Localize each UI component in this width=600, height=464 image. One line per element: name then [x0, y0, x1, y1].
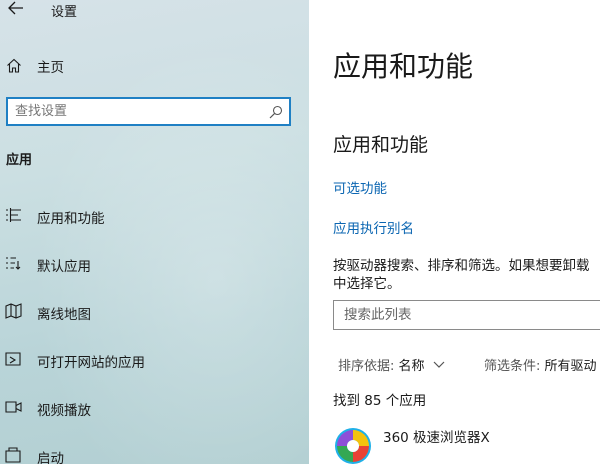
sidebar-item-label: 默认应用: [37, 259, 91, 275]
nav-home[interactable]: 主页: [0, 52, 309, 80]
nav-home-label: 主页: [37, 60, 64, 76]
description: 按驱动器搜索、排序和筛选。如果想要卸载 中选择它。: [333, 257, 600, 293]
sidebar: 设置 主页 应用 应用和功能: [0, 0, 309, 464]
window-title: 设置: [51, 5, 78, 20]
default-apps-icon: [5, 255, 23, 275]
sidebar-section-title: 应用: [6, 153, 33, 168]
list-search-input[interactable]: [334, 301, 600, 329]
sidebar-item-offline-maps[interactable]: 离线地图: [0, 297, 309, 327]
chevron-down-icon: [433, 361, 445, 368]
list-icon: [5, 207, 23, 227]
back-button[interactable]: [2, 0, 30, 18]
search-icon[interactable]: [269, 104, 283, 123]
home-icon: [6, 58, 22, 78]
sidebar-item-default-apps[interactable]: 默认应用: [0, 249, 309, 279]
app-execution-alias-link[interactable]: 应用执行别名: [333, 217, 414, 237]
description-line: 中选择它。: [333, 276, 401, 292]
description-line: 按驱动器搜索、排序和筛选。如果想要卸载: [333, 258, 590, 274]
sort-key: 排序依据:: [338, 359, 395, 374]
main-content: 应用和功能 应用和功能 可选功能 应用执行别名 按驱动器搜索、排序和筛选。如果想…: [309, 0, 600, 464]
back-arrow-icon: [8, 1, 23, 15]
sidebar-item-label: 离线地图: [37, 307, 91, 323]
section-title: 应用和功能: [333, 134, 429, 156]
sidebar-item-web-apps[interactable]: 可打开网站的应用: [0, 345, 309, 375]
sidebar-item-label: 视频播放: [37, 403, 91, 419]
settings-search-input[interactable]: [8, 99, 265, 124]
startup-icon: [5, 447, 23, 464]
sidebar-item-video-playback[interactable]: 视频播放: [0, 393, 309, 423]
sort-dropdown[interactable]: 排序依据: 名称: [338, 355, 445, 374]
page-title: 应用和功能: [333, 50, 474, 83]
sidebar-item-apps-features[interactable]: 应用和功能: [0, 201, 309, 231]
app-count: 找到 85 个应用: [333, 393, 427, 409]
app-360-browser-icon: [335, 428, 371, 464]
optional-features-link[interactable]: 可选功能: [333, 177, 387, 197]
video-icon: [5, 399, 23, 419]
filter-key: 筛选条件:: [484, 359, 541, 374]
sidebar-item-label: 应用和功能: [37, 211, 105, 227]
list-search-box[interactable]: [333, 300, 600, 330]
map-icon: [5, 303, 23, 323]
sidebar-item-label: 可打开网站的应用: [37, 355, 145, 371]
filter-value: 所有驱动: [544, 359, 597, 374]
filter-dropdown[interactable]: 筛选条件: 所有驱动: [484, 355, 597, 374]
sidebar-item-label: 启动: [37, 451, 64, 464]
web-apps-icon: [5, 351, 23, 371]
settings-search-box[interactable]: [6, 97, 291, 126]
app-list-item[interactable]: 360 极速浏览器X: [309, 418, 600, 464]
sort-value: 名称: [398, 359, 425, 374]
sidebar-item-startup[interactable]: 启动: [0, 441, 309, 464]
app-name: 360 极速浏览器X: [383, 430, 490, 446]
